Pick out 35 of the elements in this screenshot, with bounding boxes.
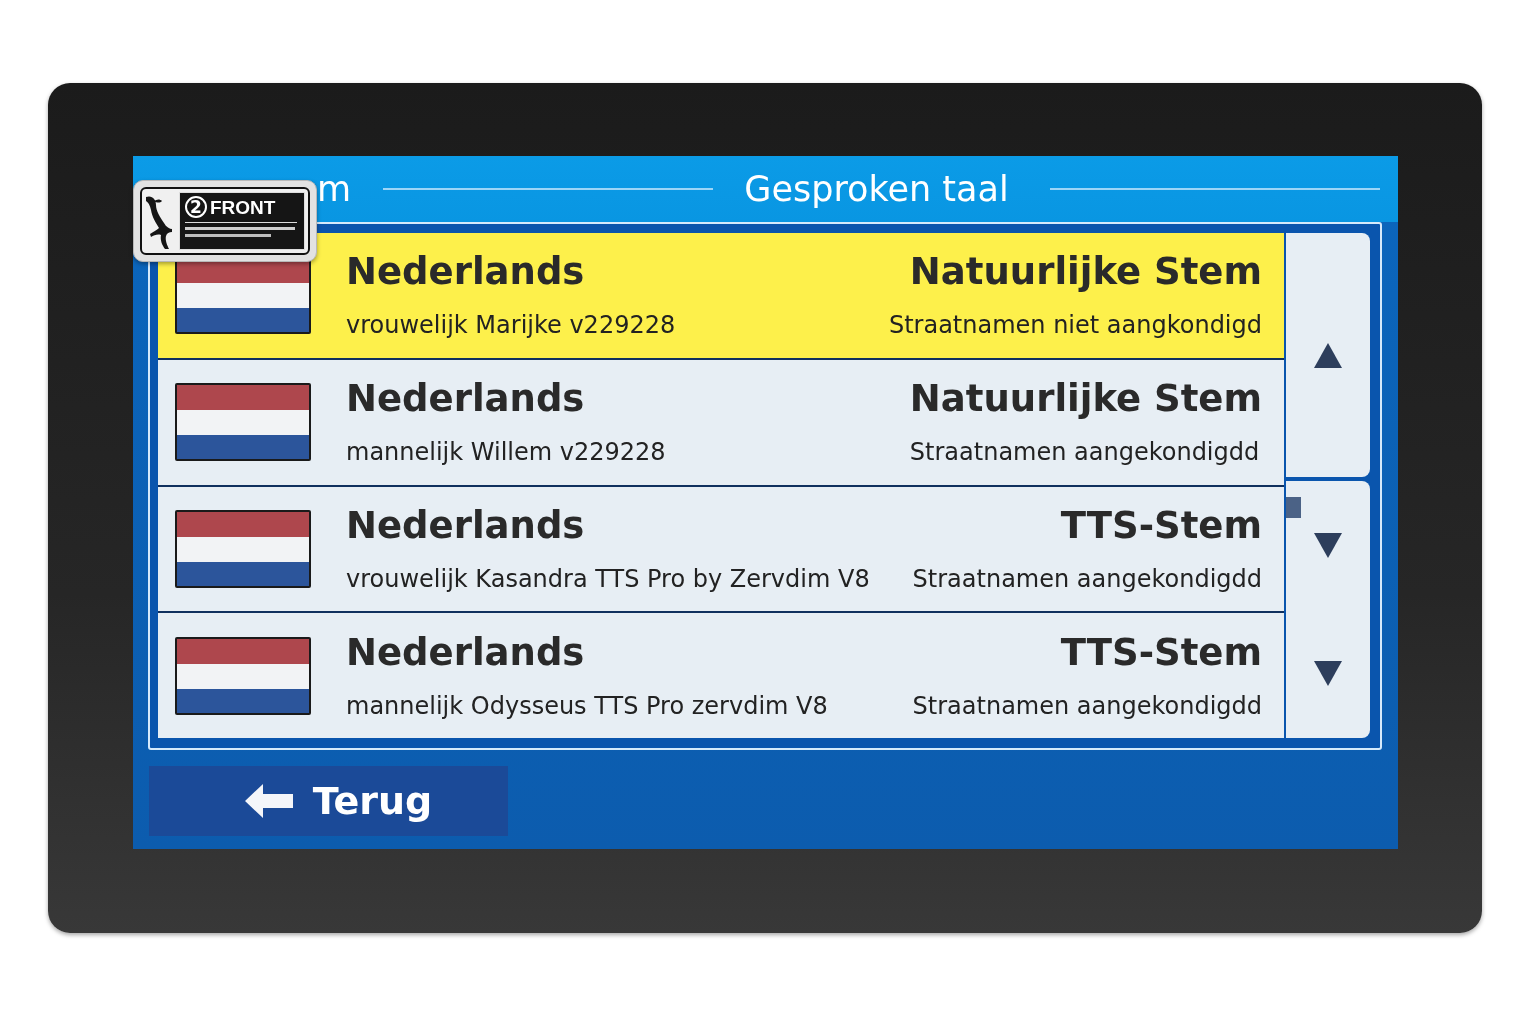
voice-list-item[interactable]: Nederlands mannelijk Willem v229228 Natuurlijke Stem Straatnamen aangekondigdd: [158, 357, 1284, 485]
voice-type: Natuurlijke Stem: [908, 250, 1262, 295]
scroll-down-button[interactable]: [1314, 532, 1342, 558]
voice-type: TTS-Stem: [1059, 630, 1262, 675]
voice-type: Natuurlijke Stem: [909, 377, 1262, 422]
voice-name: mannelijk Odysseus TTS Pro zervdim V8: [346, 690, 829, 721]
language-name: Nederlands: [346, 250, 586, 295]
flag-icon: [174, 508, 312, 589]
up-triangle-icon: [1314, 342, 1342, 368]
language-name: Nederlands: [346, 377, 586, 422]
left-arrow-icon: [244, 784, 293, 818]
down-triangle-icon: [1314, 661, 1342, 687]
down-triangle-icon: [1314, 532, 1342, 558]
voice-name: vrouwelijk Kasandra TTS Pro by Zervdim V8: [346, 563, 871, 594]
voice-type: TTS-Stem: [1059, 503, 1262, 548]
voice-list-item[interactable]: Nederlands mannelijk Odysseus TTS Pro zervdim V8 TTS-Stem Straatnamen aangekondigdd: [158, 611, 1284, 738]
flag-icon: [174, 635, 312, 716]
language-name: Nederlands: [346, 503, 586, 548]
sticker-label: FRONT: [210, 197, 276, 217]
street-names-note: Straatnamen aangekondigdd: [912, 563, 1262, 594]
voice-list-item[interactable]: Nederlands vrouwelijk Kasandra TTS Pro by Zervdim V8 TTS-Stem Straatnamen aangekondigdd: [158, 484, 1284, 612]
street-names-note: Straatnamen aangekondigdd: [909, 437, 1261, 468]
flag-icon: [174, 382, 312, 463]
scroll-down-button[interactable]: [1314, 661, 1342, 687]
street-names-note: Straatnamen niet aangkondigd: [888, 310, 1262, 341]
back-button[interactable]: Terug: [149, 766, 508, 836]
sticker-number: 2: [185, 196, 207, 218]
voice-name: vrouwelijk Marijke v229228: [346, 310, 677, 341]
street-names-note: Straatnamen aangekondigdd: [912, 690, 1262, 721]
clock-time: m: [316, 168, 351, 209]
voice-name: mannelijk Willem v229228: [346, 437, 667, 468]
scroll-position-icon: [1286, 497, 1301, 518]
voice-list-item[interactable]: Nederlands vrouwelijk Marijke v229228 Natuurlijke Stem Straatnamen niet aangkondigd: [158, 233, 1284, 358]
screen-title: Gesproken taal: [744, 171, 1009, 207]
language-name: Nederlands: [346, 630, 586, 675]
